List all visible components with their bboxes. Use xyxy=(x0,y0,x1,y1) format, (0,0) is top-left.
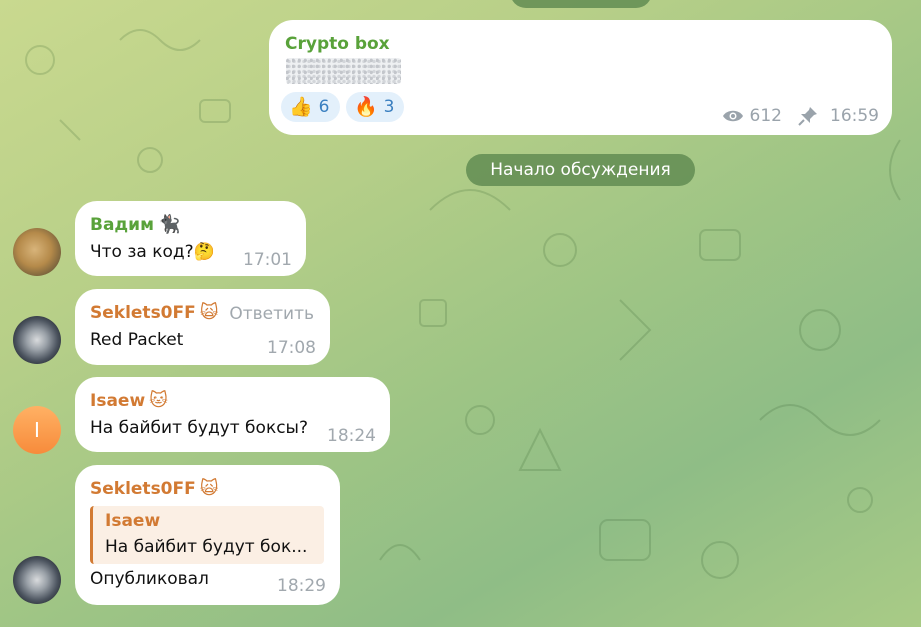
cat-emoji-icon: 🐈‍⬛ xyxy=(157,214,181,235)
reaction-thumbs-up[interactable]: 👍 6 xyxy=(281,92,340,122)
views-count: 612 xyxy=(749,106,782,126)
sender-name[interactable]: Isaew 🐱 xyxy=(90,390,173,412)
date-pill xyxy=(510,0,652,8)
message-bubble[interactable]: Вадим 🐈‍⬛ Что за код?🤔 17:01 xyxy=(75,201,306,276)
message-text: Red Packet xyxy=(90,330,184,350)
message-bubble[interactable]: Sekl​ets0FF 🙀 Ответить Red Packet 17:08 xyxy=(75,289,330,365)
fire-icon: 🔥 xyxy=(354,95,378,118)
reply-button[interactable]: Ответить xyxy=(229,304,314,324)
quote-author: Isaew xyxy=(105,511,161,531)
post-meta: 612 16:59 xyxy=(722,106,879,126)
message-time: 17:01 xyxy=(243,250,292,270)
quote-text: На байбит будут бок... xyxy=(105,537,308,557)
message-text: На байбит будут боксы? xyxy=(90,418,309,438)
cat-emoji-icon: 🙀 xyxy=(199,302,219,323)
post-time: 16:59 xyxy=(830,106,879,126)
avatar[interactable] xyxy=(13,228,61,276)
message-time: 18:24 xyxy=(327,426,376,446)
spoiler-text[interactable] xyxy=(286,58,401,84)
avatar[interactable] xyxy=(13,316,61,364)
eye-icon xyxy=(722,110,743,122)
message-text: Что за код?🤔 xyxy=(90,242,215,262)
cat-emoji-icon: 🐱 xyxy=(149,390,168,411)
reaction-fire[interactable]: 🔥 3 xyxy=(346,92,404,122)
reaction-count: 3 xyxy=(383,97,395,117)
message-time: 18:29 xyxy=(277,576,326,596)
thumbs-up-icon: 👍 xyxy=(289,95,313,118)
channel-name[interactable]: Crypto box xyxy=(285,34,390,54)
message-time: 17:08 xyxy=(267,338,316,358)
message-bubble[interactable]: Sekl​ets0FF 🙀 Isaew На байбит будут бок.… xyxy=(75,465,340,605)
channel-post[interactable]: Crypto box 👍 6 🔥 3 612 16:59 xyxy=(269,20,892,135)
sender-name[interactable]: Sekl​ets0FF 🙀 xyxy=(90,302,224,324)
avatar[interactable] xyxy=(13,556,61,604)
sender-name[interactable]: Вадим 🐈‍⬛ xyxy=(90,214,182,236)
sender-name[interactable]: Sekl​ets0FF 🙀 xyxy=(90,478,224,500)
discussion-start-divider: Начало обсуждения xyxy=(466,154,695,186)
pin-icon xyxy=(798,107,817,126)
reaction-count: 6 xyxy=(318,97,330,117)
message-text: Опубликовал xyxy=(90,569,209,589)
cat-emoji-icon: 🙀 xyxy=(199,478,219,499)
reply-quote[interactable]: Isaew На байбит будут бок... xyxy=(90,506,324,564)
message-bubble[interactable]: Isaew 🐱 На байбит будут боксы? 18:24 xyxy=(75,377,390,452)
avatar[interactable]: I xyxy=(13,406,61,454)
